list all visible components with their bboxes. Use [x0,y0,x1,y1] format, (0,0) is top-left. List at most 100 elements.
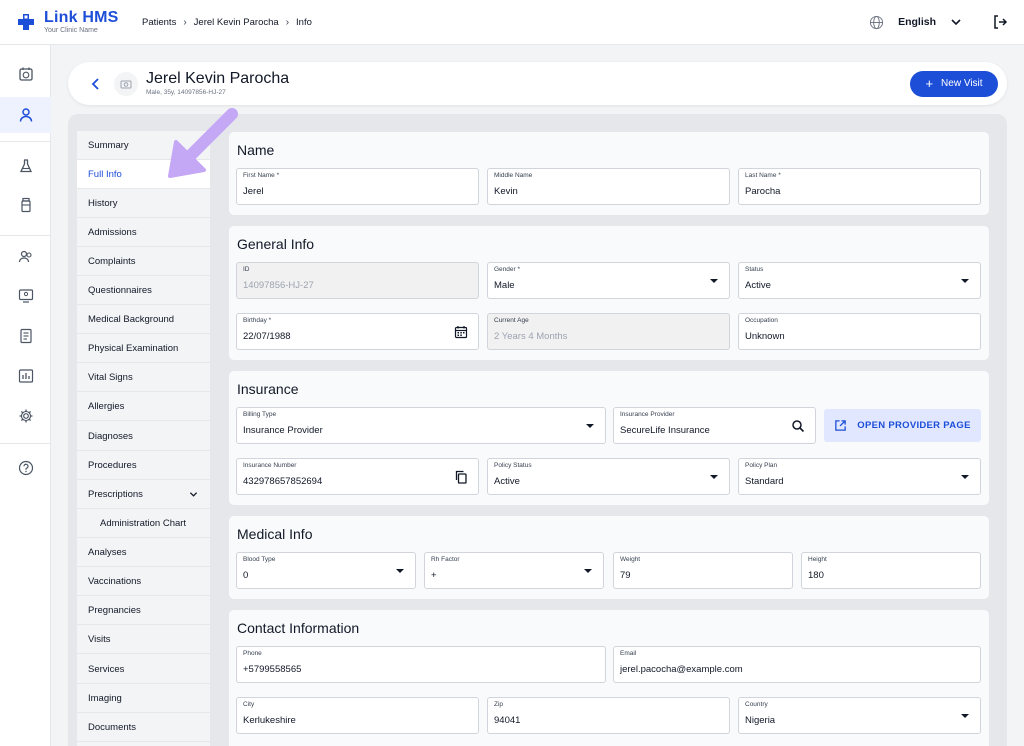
calendar-icon[interactable] [454,325,468,339]
dropdown-caret-icon [584,569,592,573]
chevron-down-icon[interactable] [189,490,198,499]
logout-icon[interactable] [992,14,1008,30]
back-arrow-icon[interactable] [88,76,104,92]
birthday-field[interactable]: Birthday * 22/07/1988 [236,313,479,350]
subnav-medical-background[interactable]: Medical Background [77,305,210,334]
breadcrumb-separator-icon: › [183,16,187,28]
dropdown-caret-icon [710,475,718,479]
subnav-prescriptions-label: Prescriptions [88,488,143,500]
insurance-provider-field[interactable]: Insurance Provider SecureLife Insurance [613,407,816,444]
rail-reports[interactable] [0,318,51,354]
open-provider-page-button[interactable]: OPEN PROVIDER PAGE [824,409,981,442]
top-bar: Link HMS Your Clinic Name Patients › Jer… [0,0,1024,45]
insurance-number-field[interactable]: Insurance Number 432978657852694 [236,458,479,495]
rail-patients[interactable] [0,97,51,133]
last-name-field[interactable]: Last Name * Parocha [738,168,981,205]
subnav-pregnancies[interactable]: Pregnancies [77,596,210,625]
left-rail [0,45,51,746]
subnav-history[interactable]: History [77,189,210,218]
calendar-clock-icon [18,67,33,81]
general-info-card: General Info ID 14097856-HJ-27 Gender * … [228,225,990,361]
dropdown-caret-icon [396,569,404,573]
app-subtitle: Your Clinic Name [44,27,98,34]
avatar[interactable] [114,71,138,96]
rail-analytics[interactable] [0,358,51,394]
breadcrumb-patient-name[interactable]: Jerel Kevin Parocha [194,17,279,28]
status-select[interactable]: Status Active [738,262,981,299]
occupation-field[interactable]: Occupation Unknown [738,313,981,350]
rail-lab[interactable] [0,148,51,184]
first-name-field[interactable]: First Name * Jerel [236,168,479,205]
rail-monitor[interactable] [0,278,51,314]
rh-factor-select[interactable]: Rh Factor + [424,552,604,589]
height-field[interactable]: Height 180 [801,552,981,589]
breadcrumb-separator-icon: › [285,16,290,28]
subnav-administration-chart[interactable]: Administration Chart [77,509,210,538]
rail-help[interactable] [0,450,51,486]
plus-icon: + [925,76,934,91]
search-icon[interactable] [791,419,805,433]
rail-calendar[interactable] [0,56,51,92]
zip-field[interactable]: Zip 94041 [487,697,730,734]
blood-type-select[interactable]: Blood Type 0 [236,552,416,589]
weight-field[interactable]: Weight 79 [613,552,793,589]
contact-info-card: Contact Information Phone +5799558565 Em… [228,609,990,746]
name-card: Name First Name * Jerel Middle Name Kevi… [228,131,990,216]
patient-summary: Male, 35y, 14097856-HJ-27 [146,88,226,96]
users-icon [18,250,32,263]
breadcrumb-patients[interactable]: Patients [142,17,176,28]
globe-icon[interactable] [869,15,884,30]
medicine-bottle-icon [20,197,31,213]
subnav-admissions[interactable]: Admissions [77,218,210,247]
open-provider-page-label: OPEN PROVIDER PAGE [857,420,971,431]
patient-name: Jerel Kevin Parocha [146,70,290,88]
patient-id-field: ID 14097856-HJ-27 [236,262,479,299]
subnav-vaccinations[interactable]: Vaccinations [77,567,210,596]
country-select[interactable]: Country Nigeria [738,697,981,734]
patient-header: Jerel Kevin Parocha Male, 35y, 14097856-… [68,62,1007,105]
subnav-documents[interactable]: Documents [77,713,210,742]
monitor-user-icon [18,289,33,303]
rail-pharmacy[interactable] [0,187,51,223]
email-field[interactable]: Email jerel.pacocha@example.com [613,646,981,683]
phone-field[interactable]: Phone +5799558565 [236,646,606,683]
chevron-down-icon[interactable] [950,16,962,28]
language-selector[interactable]: English [898,16,936,28]
subnav-services[interactable]: Services [77,655,210,684]
subnav-procedures[interactable]: Procedures [77,451,210,480]
app-logo[interactable]: Link HMS Your Clinic Name [16,10,142,34]
subnav-complaints[interactable]: Complaints [77,247,210,276]
subnav-vital-signs[interactable]: Vital Signs [77,363,210,392]
city-field[interactable]: City Kerlukeshire [236,697,479,734]
subnav-analyses[interactable]: Analyses [77,538,210,567]
current-age-field: Current Age 2 Years 4 Months [487,313,730,350]
copy-icon[interactable] [454,470,468,484]
subnav-diagnoses[interactable]: Diagnoses [77,422,210,451]
policy-plan-select[interactable]: Policy Plan Standard [738,458,981,495]
policy-status-select[interactable]: Policy Status Active [487,458,730,495]
flask-icon [19,159,32,173]
gear-icon [19,409,32,423]
billing-type-select[interactable]: Billing Type Insurance Provider [236,407,606,444]
rail-staff[interactable] [0,239,51,275]
gender-select[interactable]: Gender * Male [487,262,730,299]
subnav-questionnaires[interactable]: Questionnaires [77,276,210,305]
user-icon [19,108,32,122]
subnav-visits[interactable]: Visits [77,625,210,654]
dropdown-caret-icon [961,279,969,283]
subnav-imaging[interactable]: Imaging [77,684,210,713]
dropdown-caret-icon [710,279,718,283]
section-title-contact: Contact Information [237,620,360,636]
patient-subnav: Summary Full Info History Admissions Com… [77,131,210,746]
middle-name-field[interactable]: Middle Name Kevin [487,168,730,205]
subnav-prescriptions[interactable]: Prescriptions [77,480,210,509]
new-visit-button[interactable]: + New Visit [910,70,998,97]
subnav-physical-examination[interactable]: Physical Examination [77,334,210,363]
subnav-allergies[interactable]: Allergies [77,392,210,421]
help-icon [18,460,33,476]
camera-icon [120,80,132,88]
pointer-arrow-icon [168,108,238,178]
document-list-icon [19,328,32,344]
rail-settings[interactable] [0,398,51,434]
section-title-medical-info: Medical Info [237,526,313,542]
